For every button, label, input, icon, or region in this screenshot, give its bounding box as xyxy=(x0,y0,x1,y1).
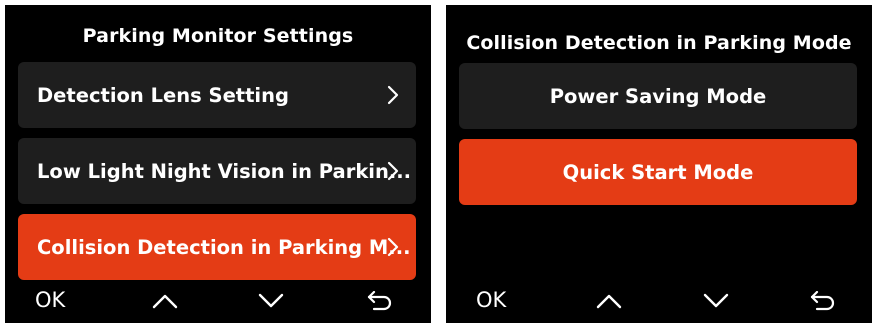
menu-item-label: Detection Lens Setting xyxy=(37,83,289,107)
chevron-down-icon[interactable] xyxy=(702,291,730,311)
option-power-saving-mode[interactable]: Power Saving Mode xyxy=(459,63,857,129)
menu-item-low-light-night-vision[interactable]: Low Light Night Vision in Parkin... xyxy=(18,138,416,204)
return-arrow-icon[interactable] xyxy=(365,291,393,311)
chevron-right-icon xyxy=(387,237,399,257)
option-label: Power Saving Mode xyxy=(549,84,767,108)
collision-detection-screen: Collision Detection in Parking Mode Powe… xyxy=(446,5,872,323)
screen-title: Collision Detection in Parking Mode xyxy=(466,32,852,54)
chevron-right-icon xyxy=(387,85,399,105)
menu-item-detection-lens-setting[interactable]: Detection Lens Setting xyxy=(18,62,416,128)
option-quick-start-mode[interactable]: Quick Start Mode xyxy=(459,139,857,205)
chevron-up-icon[interactable] xyxy=(595,291,623,311)
menu-item-collision-detection[interactable]: Collision Detection in Parking M... xyxy=(18,214,416,280)
screen-title: Parking Monitor Settings xyxy=(82,25,354,47)
ok-button[interactable]: OK xyxy=(476,288,506,312)
return-arrow-icon[interactable] xyxy=(808,291,836,311)
parking-monitor-settings-screen: Parking Monitor Settings Detection Lens … xyxy=(5,5,431,323)
menu-item-label: Collision Detection in Parking M... xyxy=(37,235,411,259)
chevron-right-icon xyxy=(387,161,399,181)
chevron-down-icon[interactable] xyxy=(257,291,285,311)
option-label: Quick Start Mode xyxy=(562,160,754,184)
menu-item-label: Low Light Night Vision in Parkin... xyxy=(37,159,412,183)
footer-bar: OK xyxy=(5,281,431,323)
ok-button[interactable]: OK xyxy=(35,288,65,312)
footer-bar: OK xyxy=(446,281,872,323)
chevron-up-icon[interactable] xyxy=(151,291,179,311)
